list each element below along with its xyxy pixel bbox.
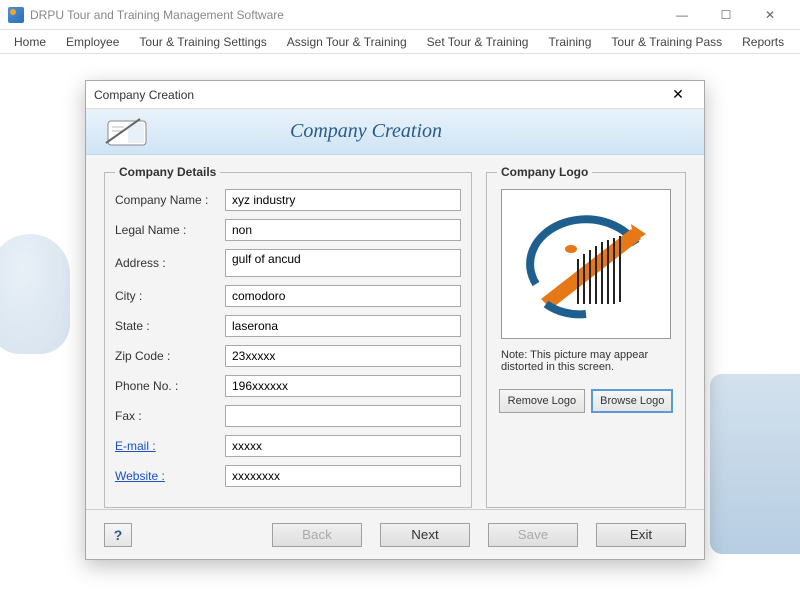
next-button[interactable]: Next xyxy=(380,523,470,547)
dialog-banner: Company Creation xyxy=(86,109,704,155)
fax-label: Fax : xyxy=(115,409,225,423)
phone-label: Phone No. : xyxy=(115,379,225,393)
maximize-button[interactable]: ☐ xyxy=(704,1,748,29)
exit-button[interactable]: Exit xyxy=(596,523,686,547)
company-details-legend: Company Details xyxy=(115,165,220,179)
help-button[interactable]: ? xyxy=(104,523,132,547)
phone-input[interactable] xyxy=(225,375,461,397)
back-button[interactable]: Back xyxy=(272,523,362,547)
logo-note: Note: This picture may appear distorted … xyxy=(497,349,675,373)
company-creation-dialog: Company Creation ✕ Company Creation Comp… xyxy=(85,80,705,560)
dialog-heading: Company Creation xyxy=(290,120,442,143)
dialog-titlebar: Company Creation ✕ xyxy=(86,81,704,109)
menu-home[interactable]: Home xyxy=(6,33,54,51)
zip-input[interactable] xyxy=(225,345,461,367)
menu-set[interactable]: Set Tour & Training xyxy=(419,33,537,51)
browse-logo-button[interactable]: Browse Logo xyxy=(591,389,673,413)
menu-training[interactable]: Training xyxy=(540,33,599,51)
menubar: Home Employee Tour & Training Settings A… xyxy=(0,30,800,54)
menu-reports[interactable]: Reports xyxy=(734,33,792,51)
email-input[interactable] xyxy=(225,435,461,457)
menu-pass[interactable]: Tour & Training Pass xyxy=(603,33,730,51)
state-label: State : xyxy=(115,319,225,333)
menu-assign[interactable]: Assign Tour & Training xyxy=(279,33,415,51)
company-logo-fieldset: Company Logo Note: This picture may appe… xyxy=(486,165,686,508)
bg-luggage-icon xyxy=(710,374,800,554)
app-icon xyxy=(8,7,24,23)
window-titlebar: DRPU Tour and Training Management Softwa… xyxy=(0,0,800,30)
close-button[interactable]: ✕ xyxy=(748,1,792,29)
website-input[interactable] xyxy=(225,465,461,487)
menu-employee[interactable]: Employee xyxy=(58,33,127,51)
company-name-label: Company Name : xyxy=(115,193,225,207)
website-label[interactable]: Website : xyxy=(115,469,225,483)
save-button[interactable]: Save xyxy=(488,523,578,547)
city-input[interactable] xyxy=(225,285,461,307)
banner-notebook-icon xyxy=(102,115,152,149)
remove-logo-button[interactable]: Remove Logo xyxy=(499,389,586,413)
bg-person-icon xyxy=(0,234,70,354)
email-label[interactable]: E-mail : xyxy=(115,439,225,453)
company-logo-legend: Company Logo xyxy=(497,165,592,179)
address-label: Address : xyxy=(115,256,225,270)
address-input[interactable] xyxy=(225,249,461,277)
app-title: DRPU Tour and Training Management Softwa… xyxy=(30,8,660,22)
dialog-title: Company Creation xyxy=(94,88,660,102)
fax-input[interactable] xyxy=(225,405,461,427)
question-icon: ? xyxy=(114,527,123,543)
menu-help[interactable]: Help xyxy=(796,33,800,51)
legal-name-label: Legal Name : xyxy=(115,223,225,237)
logo-preview xyxy=(501,189,671,339)
dialog-close-button[interactable]: ✕ xyxy=(660,86,696,103)
company-name-input[interactable] xyxy=(225,189,461,211)
legal-name-input[interactable] xyxy=(225,219,461,241)
state-input[interactable] xyxy=(225,315,461,337)
menu-tour-settings[interactable]: Tour & Training Settings xyxy=(131,33,274,51)
window-controls: — ☐ ✕ xyxy=(660,1,792,29)
minimize-button[interactable]: — xyxy=(660,1,704,29)
city-label: City : xyxy=(115,289,225,303)
dialog-footer: ? Back Next Save Exit xyxy=(86,509,704,559)
zip-label: Zip Code : xyxy=(115,349,225,363)
company-details-fieldset: Company Details Company Name : Legal Nam… xyxy=(104,165,472,508)
